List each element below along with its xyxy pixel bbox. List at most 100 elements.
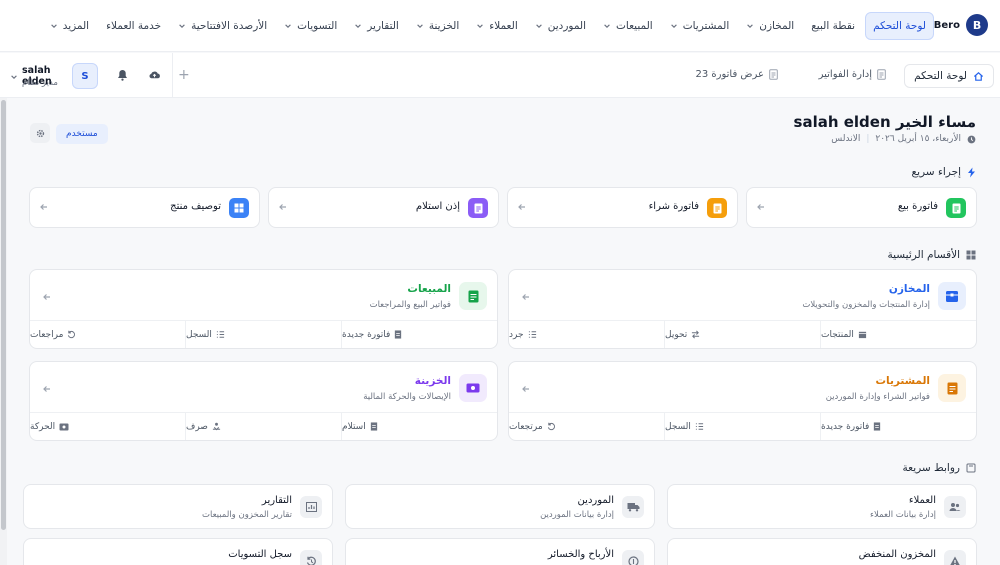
nav-item-warehouses[interactable]: المخازن <box>739 12 801 40</box>
nav-item-purchases[interactable]: المشتريات <box>663 12 737 40</box>
user-role: مدير نظام <box>22 78 58 88</box>
add-tab-button[interactable]: + <box>178 67 190 83</box>
action-label: الحركة <box>30 421 56 432</box>
nav-item-more[interactable]: المزيد <box>43 12 96 40</box>
action-reviews[interactable]: مراجعات <box>30 321 185 348</box>
chevron-down-icon <box>417 24 423 28</box>
nav-label: التقارير <box>367 20 399 32</box>
document-icon <box>952 203 960 213</box>
users-icon <box>949 503 961 511</box>
user-avatar[interactable]: S <box>72 63 98 89</box>
nav-item-opening-balances[interactable]: الأرصدة الافتتاحية <box>171 12 274 40</box>
chevron-down-icon <box>747 24 754 28</box>
quick-action-product-spec[interactable]: توصيف منتج <box>29 187 260 228</box>
section-card-purchases[interactable]: المشتريات فواتير الشراء وإدارة الموردين … <box>508 361 977 441</box>
cash-icon <box>59 423 69 430</box>
ql-desc: إدارة بيانات العملاء <box>870 510 936 520</box>
qa-icon-box <box>946 198 966 218</box>
action-new-invoice[interactable]: فاتورة جديدة <box>341 321 497 348</box>
action-label: المنتجات <box>821 329 854 340</box>
sec-actions: فاتورة جديدة السجل مراجعات <box>30 320 497 348</box>
scrollbar-thumb[interactable] <box>1 100 6 530</box>
nav-item-reports[interactable]: التقارير <box>347 12 406 40</box>
action-label: فاتورة جديدة <box>342 329 391 340</box>
arrow-left-icon <box>43 386 50 392</box>
cloud-upload-icon <box>149 71 160 79</box>
action-label: تحويل <box>665 329 688 340</box>
brand[interactable]: B Bero <box>934 14 988 36</box>
ql-icon-box <box>622 550 644 565</box>
nav-item-dashboard[interactable]: لوحة التحكم <box>865 12 934 40</box>
quick-action-sales-invoice[interactable]: فاتورة بيع <box>746 187 977 228</box>
notifications-button[interactable] <box>117 69 128 81</box>
breadcrumb-invoices[interactable]: إدارة الفواتير <box>819 69 886 80</box>
ql-title: سجل التسويات <box>228 549 292 560</box>
undo-icon <box>547 422 555 431</box>
nav-item-settlements[interactable]: التسويات <box>277 12 344 40</box>
action-label: جرد <box>509 329 524 340</box>
action-log[interactable]: السجل <box>185 321 341 348</box>
list-icon <box>695 423 704 430</box>
brand-name: Bero <box>933 19 960 31</box>
breadcrumb-label: إدارة الفواتير <box>818 69 872 80</box>
quick-link-profit-loss[interactable]: الأرباح والخسائر <box>345 538 655 565</box>
nav-label: الخزينة <box>428 20 460 32</box>
section-card-sales[interactable]: المبيعات فواتير البيع والمراجعات فاتورة … <box>29 269 498 349</box>
qa-label: توصيف منتج <box>170 201 221 212</box>
sec-desc: فواتير الشراء وإدارة الموردين <box>825 392 930 402</box>
chevron-down-icon <box>355 24 362 28</box>
nav-item-suppliers[interactable]: الموردين <box>528 12 593 40</box>
chevron-down-icon <box>285 24 291 28</box>
nav-item-customers[interactable]: العملاء <box>469 12 524 40</box>
quick-action-receipt-permit[interactable]: إذن استلام <box>268 187 499 228</box>
breadcrumb-home[interactable]: لوحة التحكم <box>904 64 994 88</box>
action-returns[interactable]: مرتجعات <box>509 413 664 440</box>
bell-icon <box>118 70 127 81</box>
action-transfer[interactable]: تحويل <box>664 321 820 348</box>
role-badge: مستخدم <box>56 124 108 144</box>
sec-desc: فواتير البيع والمراجعات <box>369 300 451 310</box>
nav-label: لوحة التحكم <box>873 20 926 32</box>
section-card-treasury[interactable]: الخزينة الإيصالات والحركة المالية استلام… <box>29 361 498 441</box>
quick-link-reports[interactable]: التقارير تقارير المخزون والمبيعات <box>23 484 333 529</box>
qa-label: إذن استلام <box>415 201 460 212</box>
action-label: السجل <box>665 421 691 432</box>
nav-item-sales[interactable]: المبيعات <box>596 12 660 40</box>
ql-title: الموردين <box>577 495 614 506</box>
action-receive[interactable]: استلام <box>341 413 497 440</box>
quick-action-purchase-invoice[interactable]: فاتورة شراء <box>507 187 738 228</box>
action-new-invoice[interactable]: فاتورة جديدة <box>820 413 976 440</box>
ql-title: الأرباح والخسائر <box>547 549 614 560</box>
cloud-upload-button[interactable] <box>148 69 161 80</box>
nav-item-customer-service[interactable]: خدمة العملاء <box>99 12 168 40</box>
chevron-down-icon <box>670 24 677 28</box>
undo-icon <box>68 330 76 339</box>
action-label: مراجعات <box>30 329 64 340</box>
brand-logo: B <box>966 14 988 36</box>
section-title-label: الأقسام الرئيسية <box>887 249 961 261</box>
quick-link-suppliers[interactable]: الموردين إدارة بيانات الموردين <box>345 484 655 529</box>
chevron-down-icon[interactable] <box>10 73 18 81</box>
nav-label: المخازن <box>759 20 795 32</box>
nav-label: خدمة العملاء <box>106 20 162 32</box>
action-log[interactable]: السجل <box>664 413 820 440</box>
nav-item-treasury[interactable]: الخزينة <box>409 12 466 40</box>
breadcrumb-invoice-view[interactable]: عرض فاتورة 23 <box>695 69 778 80</box>
action-inventory-count[interactable]: جرد <box>509 321 664 348</box>
settings-button[interactable] <box>30 123 50 143</box>
document-icon <box>474 203 482 213</box>
greeting-meta: الأربعاء، ١٥ أبريل ٢٠٢٦ | الاندلس <box>831 134 976 144</box>
action-disburse[interactable]: صرف <box>185 413 341 440</box>
nav-item-pos[interactable]: نقطة البيع <box>804 12 862 40</box>
quick-link-customers[interactable]: العملاء إدارة بيانات العملاء <box>667 484 977 529</box>
sec-icon-box <box>459 282 487 310</box>
chart-icon <box>305 502 317 512</box>
action-movement[interactable]: الحركة <box>30 413 185 440</box>
action-products[interactable]: المنتجات <box>820 321 976 348</box>
ql-title: العملاء <box>908 495 936 506</box>
list-icon <box>528 331 536 338</box>
section-card-warehouses[interactable]: المخازن إدارة المنتجات والمخزون والتحويل… <box>508 269 977 349</box>
quick-link-settlements-log[interactable]: سجل التسويات <box>23 538 333 565</box>
quick-link-low-stock[interactable]: المخزون المنخفض <box>667 538 977 565</box>
sec-icon-box <box>938 282 966 310</box>
